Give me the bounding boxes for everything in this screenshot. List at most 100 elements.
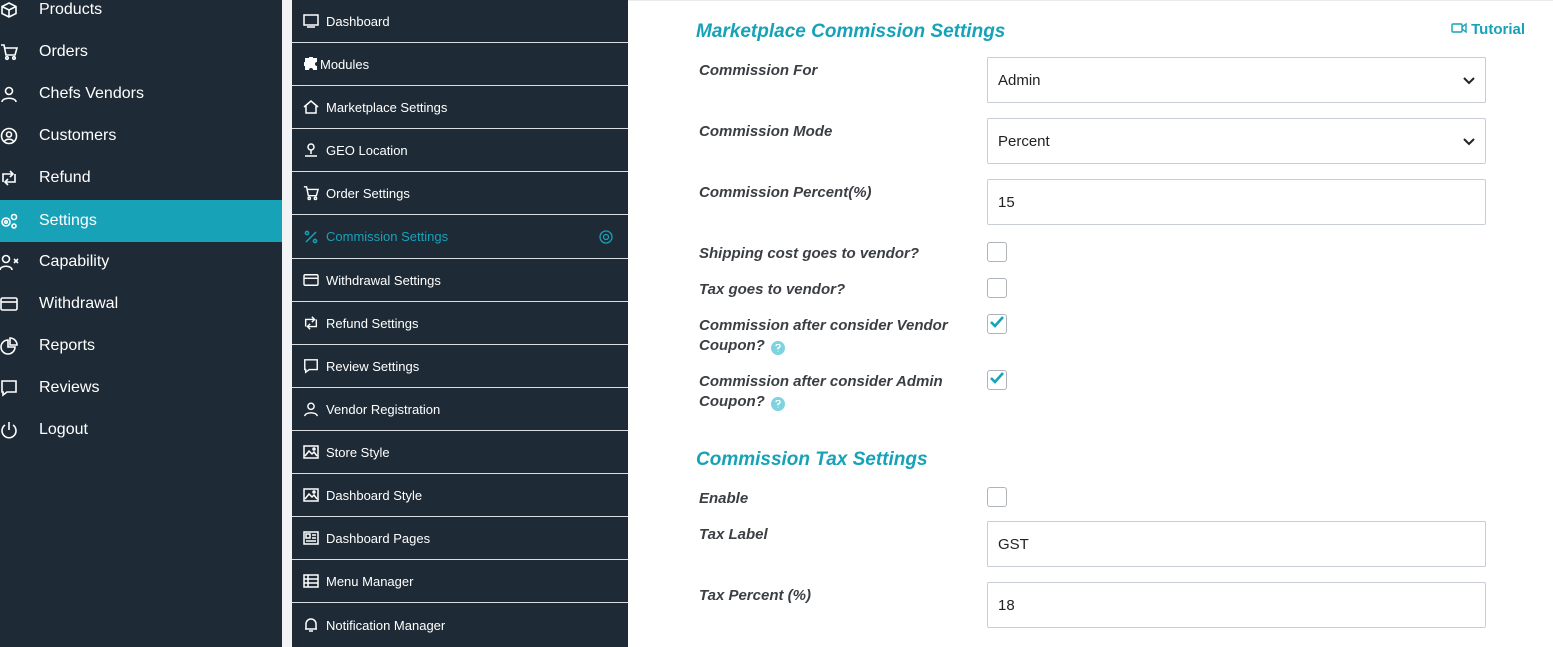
commission-percent-label: Commission Percent(%): [699, 184, 872, 201]
admin-coupon-label: Commission after consider Admin Coupon?: [699, 372, 969, 412]
submenu-item-withdrawal-settings[interactable]: Withdrawal Settings: [292, 259, 628, 302]
shipping-to-vendor-checkbox[interactable]: [987, 242, 1007, 262]
commission-percent-value: 15: [998, 193, 1015, 211]
submenu-item-geo-location[interactable]: GEO Location: [292, 129, 628, 172]
commission-percent-input[interactable]: 15: [987, 179, 1486, 225]
user-icon: [0, 83, 20, 105]
submenu-label: Marketplace Settings: [326, 99, 448, 115]
chevron-down-icon: [1463, 133, 1475, 150]
submenu-label: Withdrawal Settings: [326, 272, 441, 288]
submenu-item-vendor-registration[interactable]: Vendor Registration: [292, 388, 628, 431]
credit-card-icon: [302, 271, 320, 289]
main-sidebar: Products Orders Chefs Vendors Customers …: [0, 0, 282, 647]
bell-icon: [302, 616, 320, 634]
help-icon[interactable]: [770, 397, 785, 411]
vendor-coupon-checkbox[interactable]: [987, 314, 1007, 334]
help-icon[interactable]: [770, 341, 785, 355]
nav-item-customers[interactable]: Customers: [0, 115, 282, 157]
tax-to-vendor-checkbox[interactable]: [987, 278, 1007, 298]
gear-icon[interactable]: [598, 229, 614, 245]
nav-label: Reviews: [39, 379, 100, 396]
nav-item-chefs-vendors[interactable]: Chefs Vendors: [0, 73, 282, 115]
tax-percent-value: 18: [998, 596, 1015, 614]
nav-item-reports[interactable]: Reports: [0, 325, 282, 367]
commission-mode-select[interactable]: Percent: [987, 118, 1486, 164]
submenu-item-marketplace-settings[interactable]: Marketplace Settings: [292, 86, 628, 129]
checkmark-icon: [990, 315, 1004, 333]
home-icon: [302, 98, 320, 116]
submenu-item-notification-manager[interactable]: Notification Manager: [292, 603, 628, 647]
submenu-label: Vendor Registration: [326, 401, 441, 417]
percent-icon: [302, 228, 320, 246]
nav-label: Logout: [39, 421, 88, 438]
settings-submenu: Dashboard Modules Marketplace Settings G…: [292, 0, 628, 647]
submenu-label: Order Settings: [326, 185, 410, 201]
chevron-down-icon: [1463, 72, 1475, 89]
cube-icon: [0, 0, 20, 21]
submenu-item-order-settings[interactable]: Order Settings: [292, 172, 628, 215]
puzzle-icon: [302, 55, 320, 73]
commission-for-select[interactable]: Admin: [987, 57, 1486, 103]
tax-to-vendor-label: Tax goes to vendor?: [699, 281, 846, 298]
submenu-label: Dashboard Pages: [326, 530, 431, 546]
submenu-label: Review Settings: [326, 358, 420, 374]
tax-percent-input[interactable]: 18: [987, 582, 1486, 628]
credit-card-icon: [0, 293, 20, 315]
tutorial-label: Tutorial: [1471, 21, 1525, 38]
nav-label: Settings: [39, 212, 97, 229]
nav-label: Customers: [39, 127, 117, 144]
commission-for-value: Admin: [998, 71, 1041, 89]
cart-icon: [302, 184, 320, 202]
power-icon: [0, 419, 20, 441]
admin-coupon-label-text: Commission after consider Admin Coupon?: [699, 373, 943, 410]
submenu-item-modules[interactable]: Modules: [292, 43, 628, 86]
submenu-item-dashboard-style[interactable]: Dashboard Style: [292, 474, 628, 517]
user-circle-icon: [0, 125, 20, 147]
nav-label: Withdrawal: [39, 295, 119, 312]
newspaper-icon: [302, 529, 320, 547]
vendor-coupon-label-text: Commission after consider Vendor Coupon?: [699, 317, 948, 354]
tax-label-label: Tax Label: [699, 526, 768, 543]
submenu-label: Dashboard Style: [326, 487, 423, 503]
list-icon: [302, 572, 320, 590]
comment-icon: [0, 377, 20, 399]
submenu-item-commission-settings[interactable]: Commission Settings: [292, 215, 628, 259]
submenu-item-dashboard-pages[interactable]: Dashboard Pages: [292, 517, 628, 560]
retweet-icon: [302, 314, 320, 332]
submenu-label: Menu Manager: [326, 573, 414, 589]
user-times-icon: [0, 251, 20, 273]
tax-enable-label: Enable: [699, 490, 749, 507]
nav-item-products[interactable]: Products: [0, 0, 282, 31]
video-icon: [1451, 21, 1467, 38]
nav-item-logout[interactable]: Logout: [0, 409, 282, 451]
submenu-item-store-style[interactable]: Store Style: [292, 431, 628, 474]
tax-label-input[interactable]: GST: [987, 521, 1486, 567]
shipping-to-vendor-label: Shipping cost goes to vendor?: [699, 245, 920, 262]
cogs-icon: [0, 210, 20, 232]
location-pin-icon: [302, 141, 320, 159]
checkmark-icon: [990, 371, 1004, 389]
submenu-item-menu-manager[interactable]: Menu Manager: [292, 560, 628, 603]
tax-section-title: Commission Tax Settings: [696, 449, 928, 470]
nav-item-refund[interactable]: Refund: [0, 157, 282, 199]
image-icon: [302, 486, 320, 504]
nav-item-reviews[interactable]: Reviews: [0, 367, 282, 409]
image-icon: [302, 443, 320, 461]
nav-item-settings[interactable]: Settings: [0, 200, 282, 242]
tax-percent-label: Tax Percent (%): [699, 587, 811, 604]
submenu-item-refund-settings[interactable]: Refund Settings: [292, 302, 628, 345]
submenu-label: Modules: [320, 56, 370, 72]
submenu-item-review-settings[interactable]: Review Settings: [292, 345, 628, 388]
nav-item-orders[interactable]: Orders: [0, 31, 282, 73]
tutorial-link[interactable]: Tutorial: [1451, 21, 1525, 38]
pie-chart-icon: [0, 335, 20, 357]
submenu-item-dashboard[interactable]: Dashboard: [292, 0, 628, 43]
nav-item-withdrawal[interactable]: Withdrawal: [0, 283, 282, 325]
commission-mode-value: Percent: [998, 132, 1050, 150]
tax-label-value: GST: [998, 535, 1029, 553]
commission-mode-label: Commission Mode: [699, 123, 833, 140]
nav-item-capability[interactable]: Capability: [0, 241, 282, 283]
vendor-coupon-label: Commission after consider Vendor Coupon?: [699, 316, 969, 356]
admin-coupon-checkbox[interactable]: [987, 370, 1007, 390]
tax-enable-checkbox[interactable]: [987, 487, 1007, 507]
